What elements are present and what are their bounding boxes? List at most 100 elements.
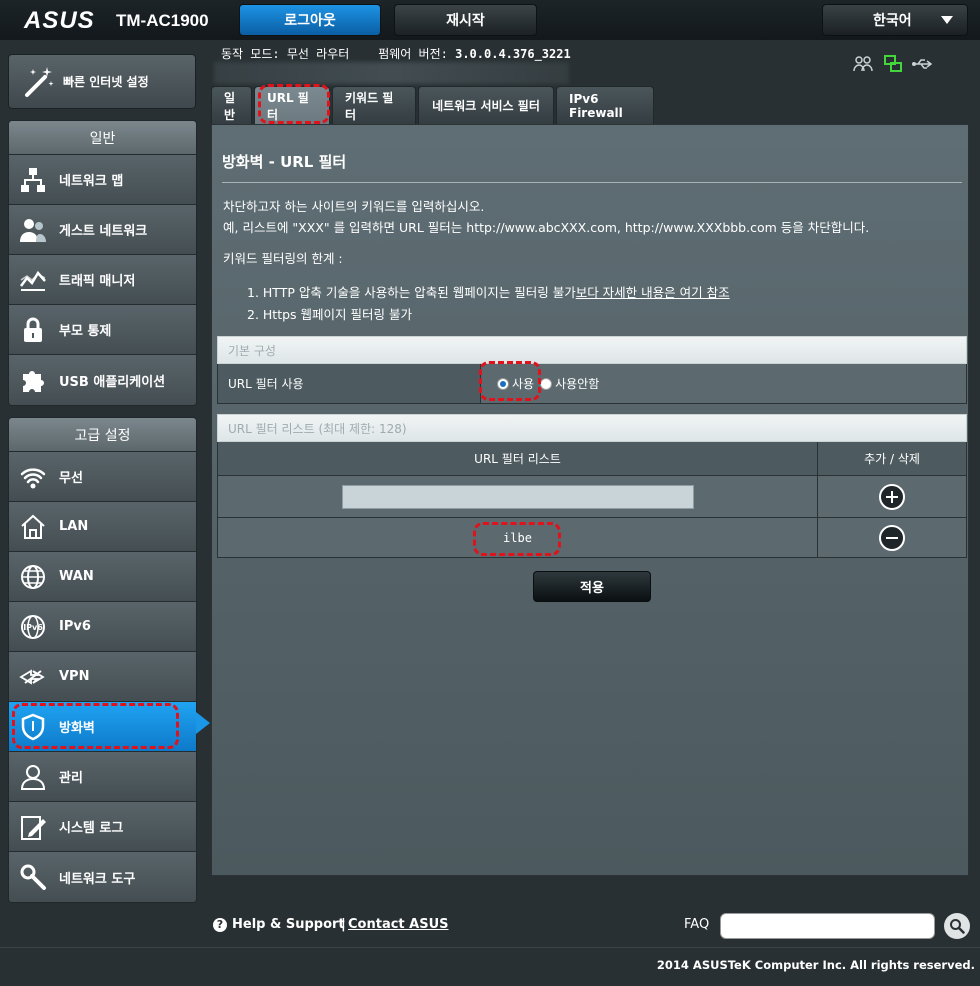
title-divider (222, 182, 962, 183)
sidebar-item-label: 네트워크 도구 (59, 871, 136, 887)
radio-enable-dot[interactable] (497, 377, 509, 390)
sidebar-item-administration[interactable]: 관리 (9, 752, 196, 802)
quick-setup-label: 빠른 인터넷 설정 (63, 75, 149, 89)
sidebar-item-parental-control[interactable]: 부모 통제 (9, 305, 196, 355)
sidebar-item-network-tools[interactable]: 네트워크 도구 (9, 852, 196, 902)
sidebar-item-label: USB 애플리케이션 (59, 374, 166, 390)
copyright-text: 2014 ASUSTeK Computer Inc. All rights re… (656, 958, 975, 972)
sidebar-item-label: 시스템 로그 (59, 821, 124, 836)
copyright-bar: 2014 ASUSTeK Computer Inc. All rights re… (0, 947, 980, 986)
enable-url-filter-label: URL 필터 사용 (218, 364, 481, 403)
new-url-input[interactable] (341, 484, 694, 509)
faq-label: FAQ (684, 917, 710, 932)
sidebar-advanced-section: 고급 설정 무선 LAN WAN IPv6 IPv6 VPN 방화벽 관리 시스… (8, 417, 197, 903)
url-filter-list-header: URL 필터 리스트 (최대 제한: 128) (217, 414, 967, 442)
sidebar-item-label: VPN (59, 669, 90, 684)
internet-status-icon[interactable] (882, 54, 904, 74)
description-line-1: 차단하고자 하는 사이트의 키워드를 입력하십시오. (223, 199, 485, 214)
operation-mode-label: 동작 모드: (221, 47, 280, 61)
sidebar-item-wan[interactable]: WAN (9, 552, 196, 602)
sidebar-item-vpn[interactable]: VPN (9, 652, 196, 702)
blurred-ssid-bar (214, 62, 569, 84)
column-url-list: URL 필터 리스트 (218, 442, 818, 475)
sidebar-item-system-log[interactable]: 시스템 로그 (9, 802, 196, 852)
table-row: ilbe (217, 518, 967, 558)
sidebar-item-label: 트래픽 매니저 (59, 274, 136, 289)
sidebar-item-ipv6[interactable]: IPv6 IPv6 (9, 602, 196, 652)
reboot-button[interactable]: 재시작 (394, 4, 537, 36)
system-log-icon (11, 813, 55, 841)
sidebar-item-network-map[interactable]: 네트워크 맵 (9, 155, 196, 205)
sidebar-item-traffic-manager[interactable]: 트래픽 매니저 (9, 255, 196, 305)
column-add-delete: 추가 / 삭제 (864, 452, 920, 466)
lan-icon (11, 513, 55, 541)
tab-url-filter[interactable]: URL 필터 (254, 86, 330, 124)
add-url-button[interactable] (879, 483, 905, 510)
traffic-manager-icon (11, 266, 55, 294)
chevron-down-icon (941, 16, 953, 24)
basic-config-header: 기본 구성 (217, 336, 967, 364)
limitation-1: 1. HTTP 압축 기술을 사용하는 압축된 웹페이지는 필터링 불가보다 자… (247, 282, 730, 301)
usb-application-icon (11, 366, 55, 394)
url-entry-value: ilbe (503, 530, 532, 545)
sidebar-item-label: 무선 (59, 471, 83, 486)
delete-cell (818, 518, 966, 557)
faq-search-input[interactable] (720, 913, 935, 939)
new-url-cell (218, 476, 818, 517)
tab-keyword-filter[interactable]: 키워드 필터 (332, 86, 416, 124)
firmware-value[interactable]: 3.0.0.4.376_3221 (455, 47, 571, 61)
clients-icon[interactable] (852, 54, 874, 74)
basic-config-group: 기본 구성 URL 필터 사용 사용 사용안함 (217, 336, 967, 404)
operation-mode-value[interactable]: 무선 라우터 (287, 47, 349, 61)
usb-icon[interactable] (912, 54, 934, 74)
search-icon[interactable] (944, 913, 970, 939)
tab-ipv6-firewall[interactable]: IPv6 Firewall (556, 86, 654, 124)
page-title: 방화벽 - URL 필터 (222, 153, 347, 171)
wan-icon (11, 563, 55, 591)
contact-asus-link[interactable]: Contact ASUS (348, 917, 449, 932)
sidebar-item-label: LAN (59, 519, 89, 534)
network-tools-icon (11, 863, 55, 891)
radio-disable[interactable]: 사용안함 (540, 375, 599, 392)
sidebar-item-label: 네트워크 맵 (59, 174, 124, 189)
sidebar-item-guest-network[interactable]: 게스트 네트워크 (9, 205, 196, 255)
sidebar-general-section: 일반 네트워크 맵 게스트 네트워크 트래픽 매니저 부모 통제 USB 애플리… (8, 120, 197, 406)
url-filter-list-group: URL 필터 리스트 (최대 제한: 128) URL 필터 리스트 추가 / … (217, 414, 967, 558)
tab-general[interactable]: 일반 (211, 86, 252, 124)
sidebar-item-lan[interactable]: LAN (9, 502, 196, 552)
quick-internet-setup-button[interactable]: 빠른 인터넷 설정 (8, 54, 196, 109)
url-filter-table-header: URL 필터 리스트 추가 / 삭제 (217, 442, 967, 476)
sidebar-general-title: 일반 (9, 121, 196, 155)
new-url-row (217, 476, 967, 518)
vpn-icon (11, 663, 55, 691)
sidebar-item-label: 관리 (59, 771, 83, 786)
limitation-details-link[interactable]: 보다 자세한 내용은 여기 참조 (576, 285, 730, 300)
firewall-icon (11, 713, 55, 741)
sidebar-item-firewall[interactable]: 방화벽 (9, 702, 196, 752)
radio-disable-dot[interactable] (540, 377, 553, 390)
limitation-2: 2. Https 웹페이지 필터링 불가 (247, 307, 412, 322)
sidebar-item-label: WAN (59, 569, 94, 584)
logout-button[interactable]: 로그아웃 (239, 4, 381, 36)
apply-button[interactable]: 적용 (533, 571, 651, 602)
help-support-label: Help & Support (232, 917, 345, 932)
svg-text:IPv6: IPv6 (23, 623, 43, 632)
radio-disable-label: 사용안함 (555, 377, 600, 391)
sidebar-item-wireless[interactable]: 무선 (9, 452, 196, 502)
firmware-label: 펌웨어 버전: (378, 47, 448, 61)
help-support-link[interactable]: ? Help & Support (213, 917, 345, 932)
status-icons (852, 54, 934, 74)
radio-enable[interactable]: 사용 (497, 375, 534, 392)
ipv6-icon: IPv6 (11, 613, 55, 641)
url-entry-cell: ilbe (218, 518, 818, 557)
sidebar-item-label: 방화벽 (59, 721, 95, 736)
help-icon: ? (213, 917, 227, 932)
add-cell (818, 476, 966, 517)
sidebar-item-usb-application[interactable]: USB 애플리케이션 (9, 355, 196, 405)
wireless-icon (11, 463, 55, 491)
sidebar-item-label: 게스트 네트워크 (59, 224, 148, 239)
tab-network-service-filter[interactable]: 네트워크 서비스 필터 (418, 86, 554, 124)
language-select[interactable]: 한국어 (822, 4, 968, 36)
delete-url-button[interactable] (879, 524, 905, 551)
model-name: TM-AC1900 (116, 11, 209, 30)
